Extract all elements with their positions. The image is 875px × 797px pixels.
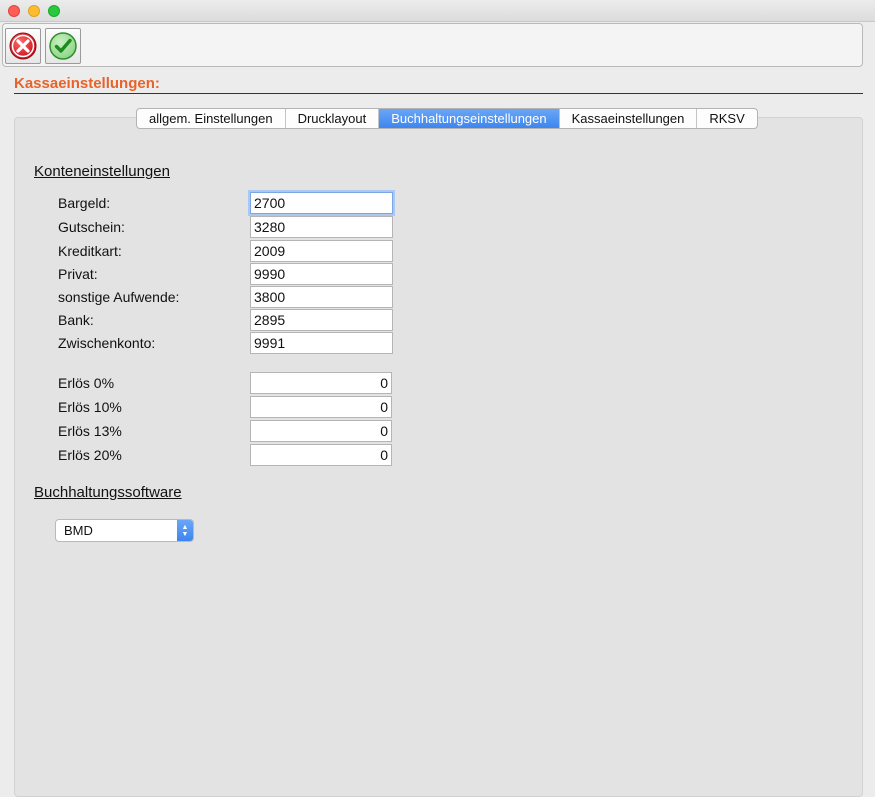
sonstige-aufwende-label: sonstige Aufwende: — [58, 289, 180, 305]
window-close-button[interactable] — [8, 5, 20, 17]
gutschein-label: Gutschein: — [58, 219, 125, 235]
privat-label: Privat: — [58, 266, 98, 282]
bank-field[interactable] — [250, 309, 393, 331]
tab-rksv[interactable]: RKSV — [697, 109, 756, 128]
cancel-icon — [9, 32, 37, 60]
erloes-10-label: Erlös 10% — [58, 399, 122, 415]
kreditkart-label: Kreditkart: — [58, 243, 122, 259]
title-divider — [14, 93, 863, 94]
select-value: BMD — [64, 523, 93, 538]
window-maximize-button[interactable] — [48, 5, 60, 17]
erloes-10-field[interactable] — [250, 396, 392, 418]
erloes-0-field[interactable] — [250, 372, 392, 394]
erloes-13-field[interactable] — [250, 420, 392, 442]
zwischenkonto-field[interactable] — [250, 332, 393, 354]
bargeld-field[interactable] — [250, 192, 393, 214]
tab-buchhaltungseinstellungen[interactable]: Buchhaltungseinstellungen — [379, 109, 560, 128]
checkmark-icon — [49, 32, 77, 60]
erloes-20-label: Erlös 20% — [58, 447, 122, 463]
content-panel — [14, 117, 863, 797]
sonstige-aufwende-field[interactable] — [250, 286, 393, 308]
cancel-button[interactable] — [5, 28, 41, 64]
bargeld-label: Bargeld: — [58, 195, 111, 211]
ok-button[interactable] — [45, 28, 81, 64]
erloes-0-label: Erlös 0% — [58, 375, 115, 391]
erloes-13-label: Erlös 13% — [58, 423, 122, 439]
bank-label: Bank: — [58, 312, 94, 328]
toolbar — [2, 23, 863, 67]
gutschein-field[interactable] — [250, 216, 393, 238]
kreditkart-field[interactable] — [250, 240, 393, 262]
privat-field[interactable] — [250, 263, 393, 285]
page-title: Kassaeinstellungen: — [14, 75, 160, 92]
window-minimize-button[interactable] — [28, 5, 40, 17]
buchhaltungssoftware-heading: Buchhaltungssoftware — [34, 484, 182, 501]
chevron-updown-icon: ▲ ▼ — [177, 520, 193, 541]
tab-drucklayout[interactable]: Drucklayout — [286, 109, 380, 128]
konteneinstellungen-heading: Konteneinstellungen — [34, 163, 170, 180]
tab-bar: allgem. Einstellungen Drucklayout Buchha… — [136, 108, 758, 129]
zwischenkonto-label: Zwischenkonto: — [58, 335, 156, 351]
window-titlebar — [0, 0, 875, 22]
tab-allgem-einstellungen[interactable]: allgem. Einstellungen — [137, 109, 286, 128]
buchhaltungssoftware-select[interactable]: BMD ▲ ▼ — [55, 519, 194, 542]
tab-kassaeinstellungen[interactable]: Kassaeinstellungen — [560, 109, 698, 128]
erloes-20-field[interactable] — [250, 444, 392, 466]
